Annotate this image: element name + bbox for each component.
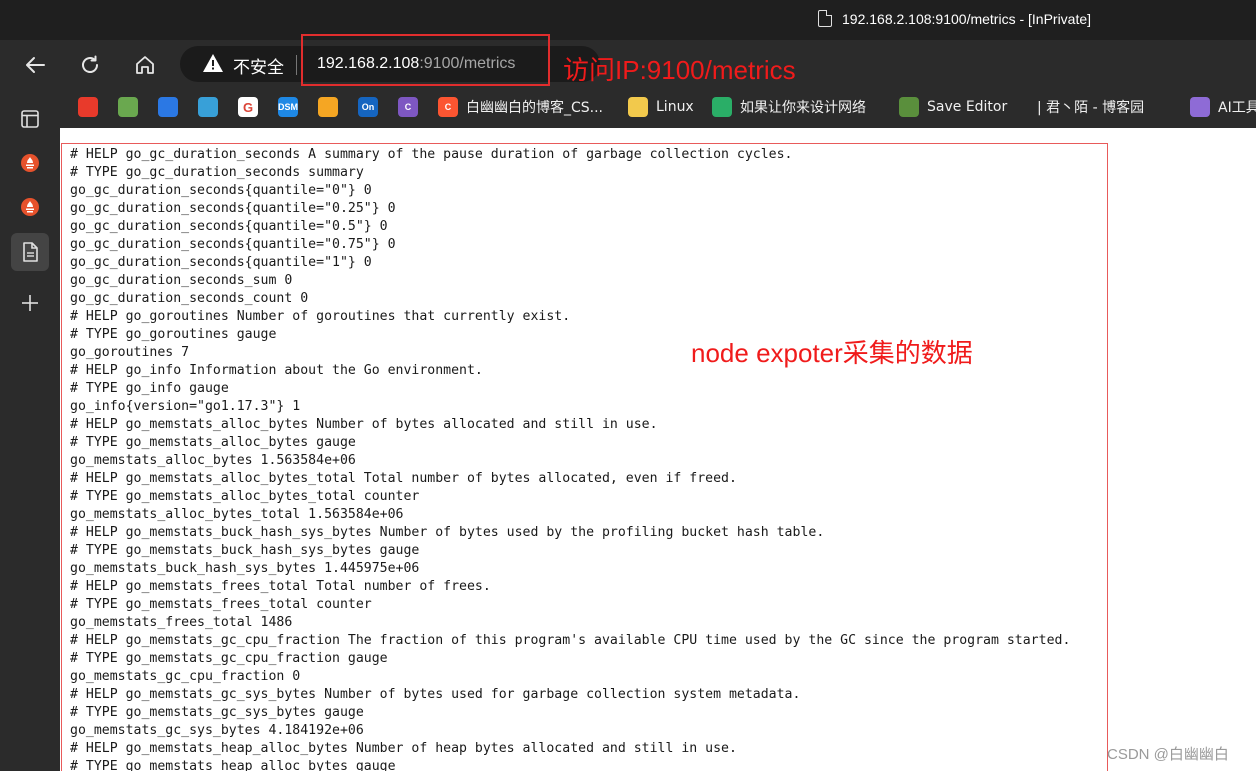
tab-panel-icon	[21, 110, 39, 128]
bookmark-item[interactable]	[118, 96, 138, 118]
address-separator	[296, 55, 297, 75]
csdn-app-icon	[78, 97, 98, 117]
page-icon	[818, 10, 832, 27]
sidebar-tab-metrics-active[interactable]	[11, 233, 49, 271]
frog-icon	[118, 97, 138, 117]
document-icon	[23, 242, 38, 262]
waves-icon	[198, 97, 218, 117]
bookmark-item[interactable]	[198, 96, 218, 118]
tab-actions-button[interactable]	[11, 100, 49, 138]
bookmark-item[interactable]: G	[238, 96, 258, 118]
c-circle-icon: C	[398, 97, 418, 117]
stripes-icon	[158, 97, 178, 117]
bookmark-item[interactable]: On	[358, 96, 378, 118]
folder-icon	[628, 97, 648, 117]
g-icon: G	[238, 97, 258, 117]
sidebar-tab-prometheus-2[interactable]	[11, 188, 49, 226]
window-title-text: 192.168.2.108:9100/metrics - [InPrivate]	[842, 10, 1092, 27]
prometheus-icon	[21, 198, 39, 216]
wechat-icon	[712, 97, 732, 117]
bookmark-item[interactable]: Save Editor	[899, 96, 1007, 118]
url-highlight-box	[301, 34, 550, 86]
bookmark-item[interactable]	[78, 96, 98, 118]
save-editor-icon	[899, 97, 919, 117]
bookmark-item[interactable]: AI工具	[1190, 96, 1256, 118]
bookmark-label: Linux	[656, 99, 694, 115]
bookmark-item[interactable]: C	[398, 96, 418, 118]
warning-icon[interactable]	[202, 52, 224, 74]
bookmark-label: AI工具	[1218, 100, 1256, 116]
security-label[interactable]: 不安全	[233, 53, 284, 78]
on-icon: On	[358, 97, 378, 117]
bookmark-item[interactable]: | 君丶陌 - 博客园	[1029, 96, 1144, 118]
url-annotation: 访问IP:9100/metrics	[563, 55, 796, 85]
bookmark-item[interactable]: C 白幽幽白的博客_CS...	[438, 96, 603, 118]
bookmark-item[interactable]: Linux	[628, 96, 694, 118]
bookmark-item[interactable]: DSM	[278, 96, 298, 118]
refresh-icon	[82, 55, 98, 73]
csdn-c-icon: C	[438, 97, 458, 117]
refresh-button[interactable]	[75, 50, 105, 80]
plus-icon	[22, 295, 38, 311]
bookmark-label: 如果让你来设计网络	[740, 100, 866, 116]
bookmark-label: 白幽幽白的博客_CS...	[466, 100, 604, 116]
new-tab-button[interactable]	[11, 284, 49, 322]
sidebar-tab-prometheus-1[interactable]	[11, 144, 49, 182]
back-button[interactable]	[20, 50, 50, 80]
ai-icon	[1190, 97, 1210, 117]
dsm-icon: DSM	[278, 97, 298, 117]
bookmark-item[interactable]	[158, 96, 178, 118]
prometheus-icon	[21, 154, 39, 172]
back-arrow-icon	[26, 57, 45, 73]
bookmark-label: | 君丶陌 - 博客园	[1037, 100, 1145, 116]
home-icon	[136, 56, 154, 74]
home-button[interactable]	[130, 50, 160, 80]
cube-icon	[318, 97, 338, 117]
content-annotation: node expoter采集的数据	[691, 338, 973, 368]
bookmark-label: Save Editor	[927, 99, 1008, 115]
bookmark-item[interactable]: 如果让你来设计网络	[712, 96, 866, 118]
watermark: CSDN @白幽幽白	[1107, 746, 1229, 763]
bookmark-item[interactable]	[318, 96, 338, 118]
content-highlight-box	[61, 143, 1108, 771]
window-title: 192.168.2.108:9100/metrics - [InPrivate]	[818, 10, 1091, 27]
